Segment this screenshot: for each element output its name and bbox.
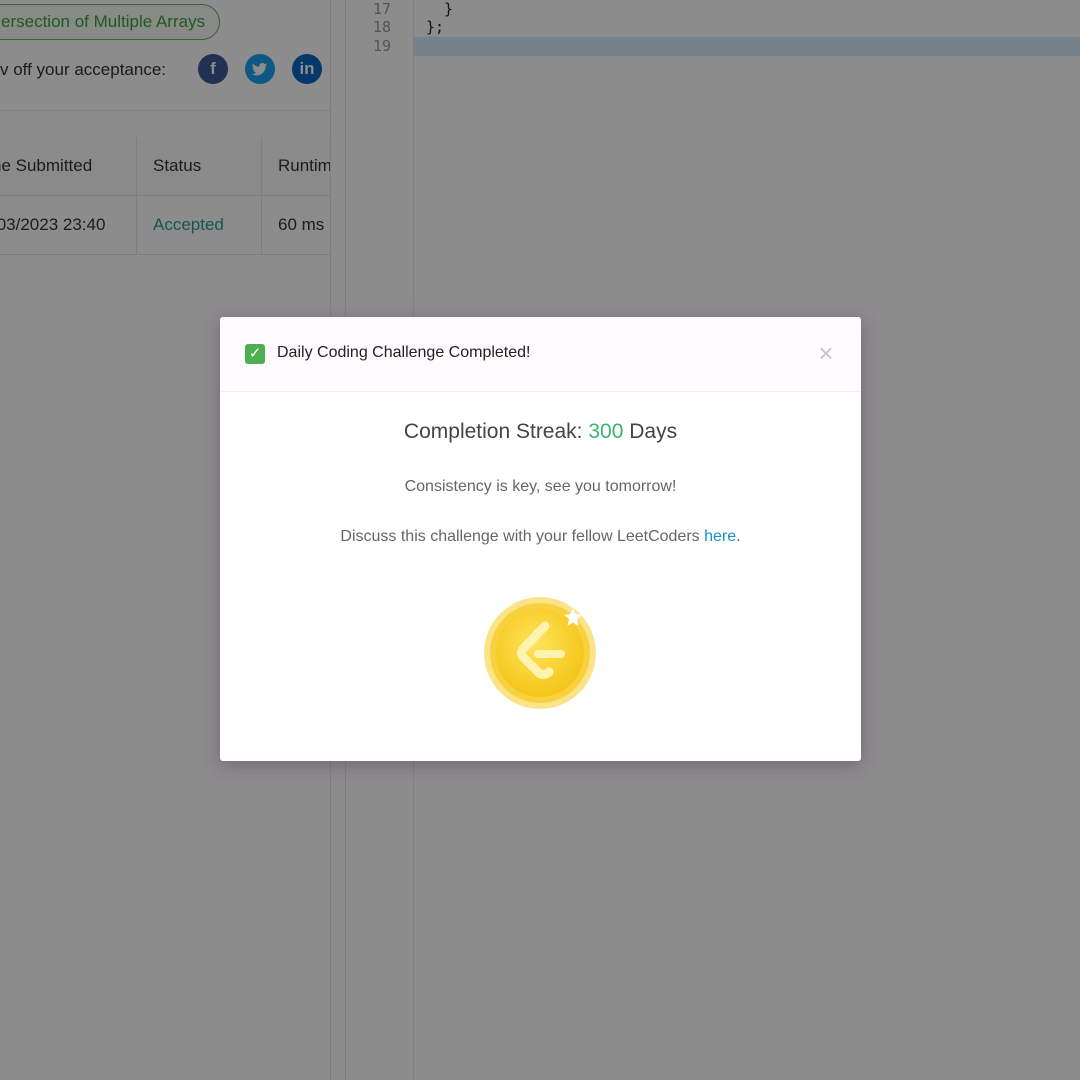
discuss-text: Discuss this challenge with your fellow … [340,528,705,545]
app-root: ersection of Multiple Arrays v off your … [0,0,1080,1080]
leetcode-coin-icon [483,596,597,710]
check-mark-icon: ✓ [245,344,265,364]
streak-unit: Days [623,420,678,443]
close-icon[interactable]: × [814,340,838,366]
discuss-here-link[interactable]: here [704,528,736,545]
modal-header: ✓ Daily Coding Challenge Completed! × [220,317,861,392]
modal-title: Daily Coding Challenge Completed! [277,344,531,361]
streak-count: 300 [588,420,624,443]
consistency-message: Consistency is key, see you tomorrow! [404,478,677,495]
completion-streak: Completion Streak: 300 Days [220,420,861,444]
streak-label: Completion Streak: [403,420,589,443]
discuss-period: . [736,528,741,545]
coin-graphic [484,597,596,709]
daily-challenge-modal: ✓ Daily Coding Challenge Completed! × Co… [220,317,861,761]
discuss-message: Discuss this challenge with your fellow … [220,528,861,546]
